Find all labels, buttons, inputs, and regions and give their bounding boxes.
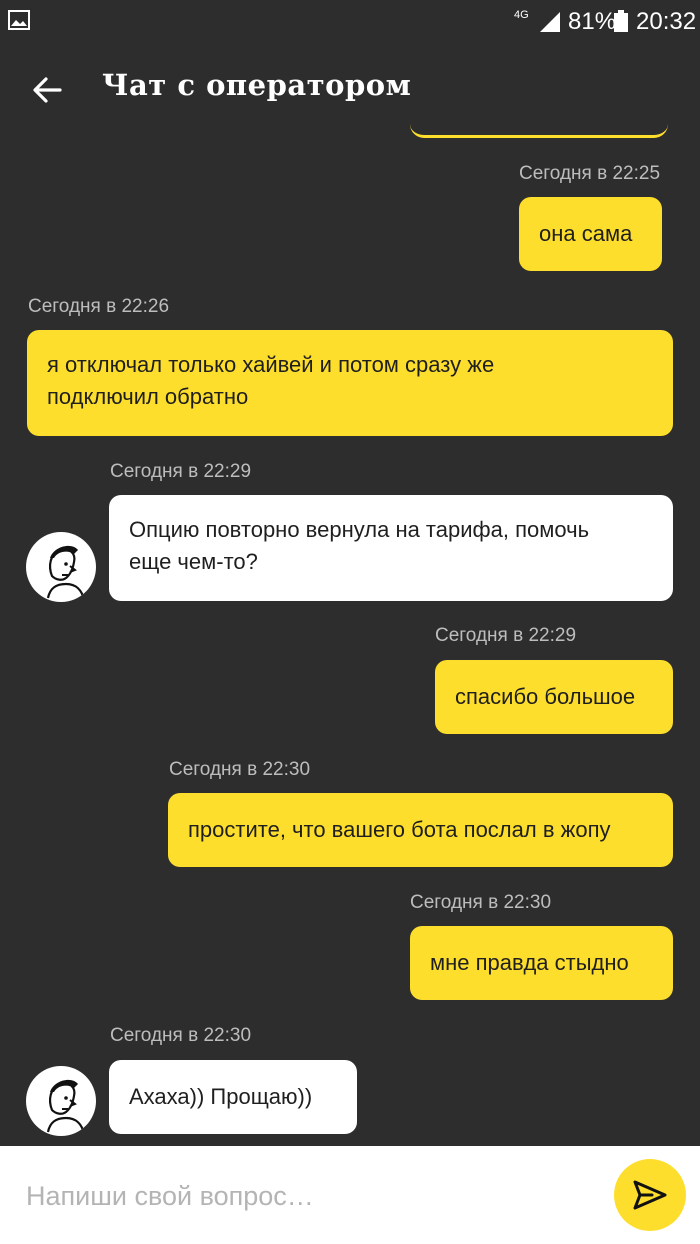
user-message-bubble: спасибо большое — [435, 660, 673, 734]
operator-avatar — [26, 1066, 96, 1136]
message-text: еще чем-то? — [129, 549, 258, 574]
message-input[interactable] — [26, 1176, 586, 1216]
message-time: Сегодня в 22:25 — [519, 163, 661, 184]
previous-message-bubble — [410, 120, 668, 138]
message-time: Сегодня в 22:26 — [28, 296, 170, 317]
message-composer — [0, 1146, 700, 1244]
message-text: Опцию повторно вернула на тарифа, помочь — [129, 517, 590, 542]
message-time: Сегодня в 22:30 — [169, 759, 311, 780]
message-time: Сегодня в 22:30 — [110, 1025, 252, 1046]
message-time: Сегодня в 22:29 — [110, 461, 252, 482]
arrow-left-icon[interactable] — [30, 72, 66, 108]
message-time: Сегодня в 22:30 — [410, 892, 552, 913]
message-text: простите, что вашего бота послал в жопу — [188, 817, 611, 842]
page-title: Чат с оператором — [102, 68, 412, 102]
message-text: она сама — [539, 221, 633, 246]
user-message-bubble: простите, что вашего бота послал в жопу — [168, 793, 673, 867]
status-time: 20:32 — [636, 8, 697, 35]
operator-message-bubble: Опцию повторно вернула на тарифа, помочь… — [109, 495, 673, 601]
message-text: я отключал только хайвей и потом сразу ж… — [47, 352, 495, 377]
image-icon — [8, 10, 30, 30]
battery-icon — [614, 10, 628, 32]
operator-avatar — [26, 532, 96, 602]
send-icon — [633, 1180, 667, 1210]
user-message-bubble: мне правда стыдно — [410, 926, 673, 1000]
battery-percent: 81% — [568, 8, 617, 35]
status-bar: 4G 81% 20:32 — [0, 0, 700, 44]
user-message-bubble: я отключал только хайвей и потом сразу ж… — [27, 330, 673, 436]
network-type: 4G — [514, 9, 529, 21]
user-message-bubble: она сама — [519, 197, 662, 271]
operator-message-bubble: Ахаха)) Прощаю)) — [109, 1060, 357, 1134]
message-text: подключил обратно — [47, 384, 249, 409]
send-button[interactable] — [614, 1159, 686, 1231]
message-text: Ахаха)) Прощаю)) — [129, 1084, 313, 1109]
message-text: мне правда стыдно — [430, 950, 629, 975]
message-time: Сегодня в 22:29 — [435, 625, 577, 646]
message-text: спасибо большое — [455, 684, 636, 709]
signal-icon — [540, 12, 560, 32]
